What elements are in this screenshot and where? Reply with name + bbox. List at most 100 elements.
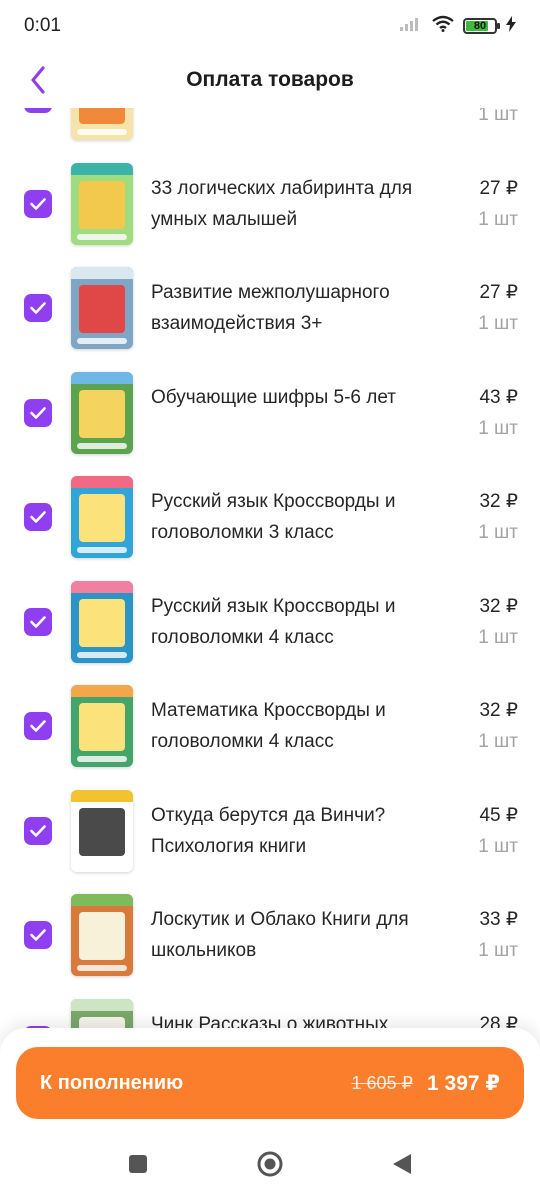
item-checkbox[interactable] bbox=[24, 294, 52, 322]
book-cover-image bbox=[71, 894, 133, 976]
checkmark-icon bbox=[30, 197, 46, 210]
item-title: Чинк Рассказы о животных bbox=[151, 1013, 389, 1031]
battery-icon: 80 bbox=[463, 18, 500, 34]
status-bar: 0:01 80 bbox=[0, 0, 540, 52]
chevron-left-icon bbox=[31, 66, 45, 94]
top-up-button[interactable]: К пополнению 1 605 ₽ 1 397 ₽ bbox=[16, 1047, 524, 1119]
book-cover-image bbox=[71, 267, 133, 349]
cover-footer bbox=[77, 233, 127, 240]
item-quantity: 1 шт bbox=[478, 313, 518, 334]
item-checkbox[interactable] bbox=[24, 503, 52, 531]
book-cover-image bbox=[71, 685, 133, 767]
cover-footer bbox=[77, 651, 127, 658]
checkmark-icon bbox=[30, 720, 46, 732]
item-price: 43 ₽ bbox=[479, 386, 518, 408]
page-title: Оплата товаров bbox=[186, 68, 354, 91]
item-quantity: 1 шт bbox=[478, 731, 518, 752]
cover-band bbox=[71, 789, 133, 802]
cover-footer bbox=[77, 338, 127, 344]
item-quantity: 1 шт bbox=[478, 208, 518, 230]
list-item[interactable]: слухового внимания1 шт bbox=[0, 108, 540, 161]
item-quantity: 1 шт bbox=[478, 522, 518, 543]
cover-art bbox=[79, 285, 125, 333]
item-title: Русский язык Кроссворды и головоломки 3 … bbox=[151, 491, 396, 543]
system-back-button[interactable] bbox=[384, 1146, 420, 1182]
item-title: Откуда берутся да Винчи? Психология книг… bbox=[151, 804, 386, 857]
cover-band bbox=[71, 476, 133, 488]
total-price: 1 397 ₽ bbox=[427, 1071, 500, 1095]
item-price: 32 ₽ bbox=[479, 595, 518, 617]
cover-footer bbox=[77, 860, 127, 867]
checkmark-icon bbox=[30, 406, 46, 419]
circle-icon bbox=[257, 1151, 283, 1177]
cover-band bbox=[71, 894, 133, 906]
checkmark-icon bbox=[30, 929, 46, 941]
item-checkbox[interactable] bbox=[24, 189, 52, 218]
signal-icon bbox=[399, 16, 423, 37]
cover-art bbox=[79, 180, 125, 229]
item-checkbox[interactable] bbox=[24, 921, 52, 949]
order-items-list[interactable]: слухового внимания1 шт 33 логических лаби… bbox=[0, 108, 540, 1030]
item-title: Обучающие шифры 5-6 лет bbox=[151, 386, 397, 408]
book-cover-image bbox=[71, 789, 133, 872]
home-button[interactable] bbox=[252, 1146, 288, 1182]
book-cover-image bbox=[71, 162, 133, 245]
item-price: 32 ₽ bbox=[479, 700, 518, 721]
cover-footer bbox=[77, 442, 127, 449]
cover-art bbox=[79, 389, 125, 438]
list-item[interactable]: 33 логических лабиринта для умных малыше… bbox=[0, 161, 540, 266]
checkmark-icon bbox=[30, 302, 46, 314]
list-item[interactable]: Русский язык Кроссворды и головоломки 4 … bbox=[0, 579, 540, 684]
item-title: Развитие межполушарного взаимодействия 3… bbox=[151, 282, 390, 334]
cover-band bbox=[71, 998, 133, 1011]
triangle-back-icon bbox=[393, 1154, 411, 1174]
item-title: Русский язык Кроссворды и головоломки 4 … bbox=[151, 595, 396, 648]
cover-footer bbox=[77, 965, 127, 971]
item-price: 27 ₽ bbox=[479, 282, 518, 303]
item-quantity: 1 шт bbox=[478, 626, 518, 648]
list-item[interactable]: Математика Кроссворды и головоломки 4 кл… bbox=[0, 683, 540, 788]
checkmark-icon bbox=[30, 615, 46, 628]
back-button[interactable] bbox=[18, 60, 58, 100]
list-item[interactable]: Обучающие шифры 5-6 лет 43 ₽ 1 шт bbox=[0, 370, 540, 475]
book-cover-image bbox=[71, 998, 133, 1030]
item-title: Математика Кроссворды и головоломки 4 кл… bbox=[151, 700, 386, 752]
book-cover-image bbox=[71, 476, 133, 558]
book-cover-image bbox=[71, 108, 133, 140]
list-item[interactable]: Чинк Рассказы о животных 28 ₽ bbox=[0, 997, 540, 1031]
cover-art bbox=[79, 598, 125, 647]
item-checkbox[interactable] bbox=[24, 816, 52, 845]
list-item[interactable]: Развитие межполушарного взаимодействия 3… bbox=[0, 265, 540, 370]
cover-band bbox=[71, 685, 133, 697]
system-nav-bar bbox=[0, 1128, 540, 1200]
list-item[interactable]: Лоскутик и Облако Книги для школьников 33… bbox=[0, 892, 540, 997]
item-price: 45 ₽ bbox=[479, 804, 518, 826]
cover-band bbox=[71, 267, 133, 279]
old-total-price: 1 605 ₽ bbox=[351, 1072, 414, 1093]
top-up-label: К пополнению bbox=[40, 1071, 184, 1094]
status-icons: 80 bbox=[399, 15, 516, 37]
battery-level: 80 bbox=[473, 20, 487, 32]
recents-button[interactable] bbox=[120, 1146, 156, 1182]
item-price: 32 ₽ bbox=[479, 491, 518, 512]
book-cover-image bbox=[71, 580, 133, 663]
checkmark-icon bbox=[30, 824, 46, 837]
list-item[interactable]: Откуда берутся да Винчи? Психология книг… bbox=[0, 788, 540, 893]
list-item[interactable]: Русский язык Кроссворды и головоломки 3 … bbox=[0, 474, 540, 579]
item-checkbox[interactable] bbox=[24, 712, 52, 740]
cover-footer bbox=[77, 547, 127, 553]
book-cover-image bbox=[71, 371, 133, 454]
cover-art bbox=[79, 703, 125, 751]
wifi-icon bbox=[432, 15, 454, 37]
item-price: 27 ₽ bbox=[479, 177, 518, 199]
item-checkbox[interactable] bbox=[24, 108, 52, 113]
item-quantity: 1 шт bbox=[478, 108, 518, 125]
item-checkbox[interactable] bbox=[24, 607, 52, 636]
item-checkbox[interactable] bbox=[24, 398, 52, 427]
item-quantity: 1 шт bbox=[478, 940, 518, 961]
cover-art bbox=[79, 912, 125, 960]
cover-band bbox=[71, 371, 133, 384]
item-title: Лоскутик и Облако Книги для школьников bbox=[151, 909, 409, 961]
item-quantity: 1 шт bbox=[478, 417, 518, 439]
cover-art bbox=[79, 108, 125, 124]
